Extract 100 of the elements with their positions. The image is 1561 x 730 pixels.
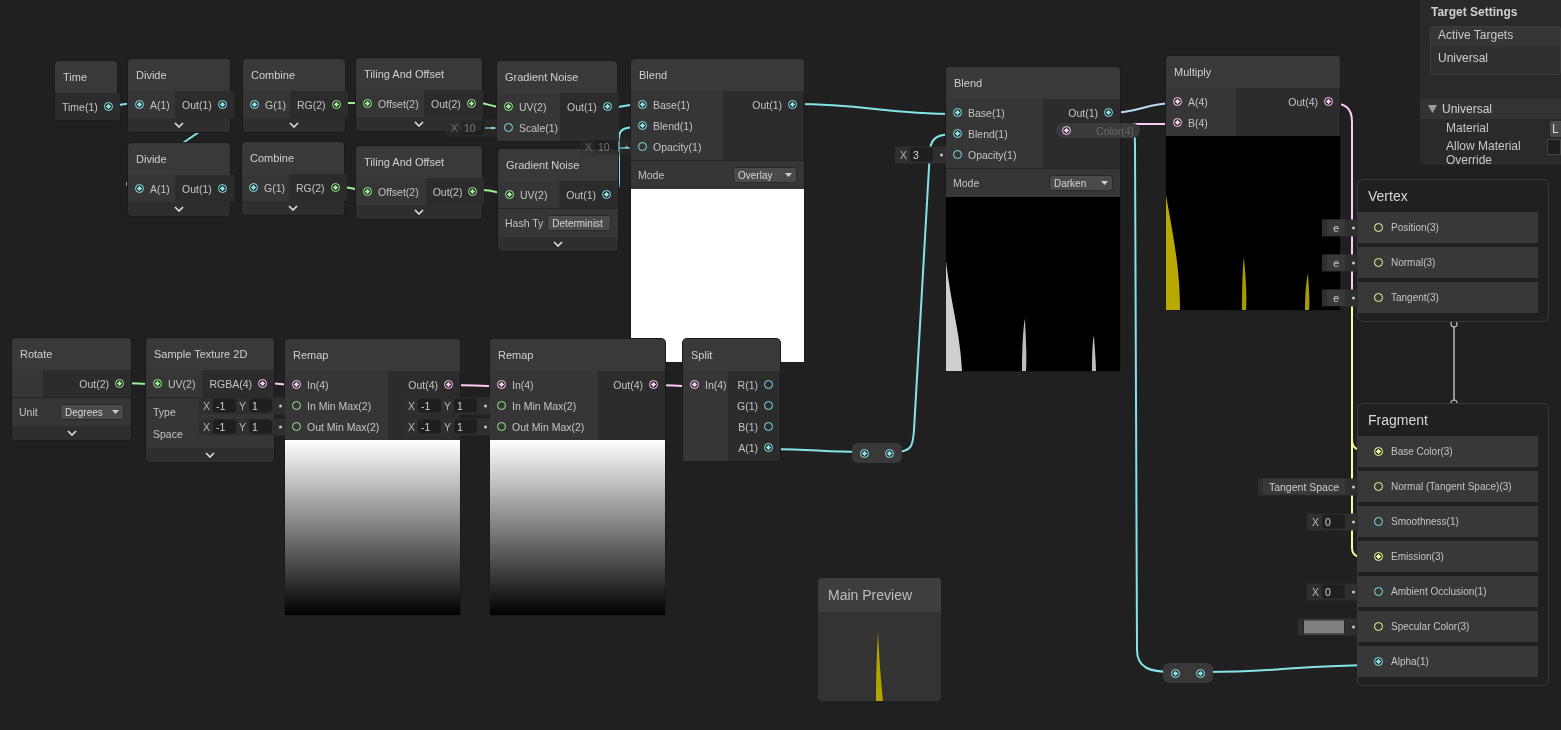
port-dot[interactable] — [1173, 97, 1182, 106]
port-dot[interactable] — [217, 184, 227, 193]
slot-row[interactable]: Emission(3) — [1358, 541, 1538, 572]
port-dot[interactable] — [331, 100, 341, 109]
node-title[interactable]: Sample Texture 2D — [146, 338, 274, 370]
node-title[interactable]: Remap — [490, 339, 665, 371]
slot-row[interactable]: Ambient Occlusion(1) — [1358, 576, 1538, 607]
port-dot[interactable] — [885, 448, 894, 458]
port-dot[interactable] — [953, 108, 962, 117]
slot-row[interactable]: Normal(3) — [1358, 247, 1538, 278]
axis-label: Y — [239, 420, 246, 433]
number-field[interactable]: 1 — [454, 419, 477, 434]
port-dot[interactable] — [764, 443, 773, 452]
section-header[interactable]: Universal — [1420, 99, 1561, 119]
node-title[interactable]: Remap — [285, 339, 460, 371]
slot-row[interactable]: Normal (Tangent Space)(3) — [1358, 471, 1538, 502]
port-dot[interactable] — [1374, 657, 1383, 666]
dropdown[interactable]: Degrees — [60, 404, 124, 420]
port-dot[interactable] — [135, 184, 144, 193]
number-field[interactable]: 0 — [1322, 514, 1345, 529]
node-title[interactable]: Blend — [946, 67, 1120, 99]
node-title[interactable]: Tiling And Offset — [356, 146, 482, 178]
color-swatch[interactable] — [1303, 619, 1345, 634]
number-field[interactable]: 1 — [454, 398, 477, 413]
node-title[interactable]: Divide — [128, 143, 230, 175]
node-title[interactable]: Rotate — [12, 338, 131, 370]
number-field[interactable]: -1 — [418, 398, 441, 413]
node-title[interactable]: Multiply — [1166, 56, 1340, 88]
space-label[interactable]: e — [1327, 254, 1345, 271]
number-field[interactable]: 1 — [249, 419, 272, 434]
checkbox[interactable] — [1547, 139, 1561, 155]
slot-row[interactable]: Smoothness(1) — [1358, 506, 1538, 537]
slot-row[interactable]: Base Color(3) — [1358, 436, 1538, 467]
port-dot[interactable] — [1324, 97, 1333, 106]
space-label[interactable]: e — [1327, 219, 1345, 236]
port-label: Tangent(3) — [1391, 292, 1439, 303]
node-title[interactable]: Time — [55, 61, 117, 93]
slot-row[interactable]: Tangent(3) — [1358, 282, 1538, 313]
port-dot[interactable] — [103, 102, 113, 111]
port-dot[interactable] — [638, 121, 647, 130]
port-dot[interactable] — [788, 100, 797, 109]
space-label[interactable]: Tangent Space — [1262, 478, 1345, 495]
node-title[interactable]: Gradient Noise — [497, 61, 617, 93]
slot-row[interactable]: Alpha(1) — [1358, 646, 1538, 677]
port-dot[interactable] — [115, 379, 124, 388]
port-label: Base(1) — [653, 98, 690, 111]
dropdown[interactable]: L — [1550, 121, 1561, 137]
port-dot[interactable] — [690, 380, 699, 389]
reroute-node[interactable] — [852, 443, 902, 463]
number-field[interactable]: 1 — [249, 398, 272, 413]
dropdown[interactable]: Overlay — [733, 167, 797, 183]
port-dot[interactable] — [468, 187, 478, 196]
slot-row[interactable]: Position(3) — [1358, 212, 1538, 243]
port-dot[interactable] — [649, 380, 658, 389]
node-title[interactable]: Split — [683, 339, 780, 371]
port-dot[interactable] — [466, 99, 476, 108]
port-dot[interactable] — [292, 380, 301, 389]
port-dot[interactable] — [953, 129, 962, 138]
number-field[interactable]: -1 — [213, 398, 236, 413]
port-dot[interactable] — [497, 380, 506, 389]
port-dot[interactable] — [1173, 118, 1182, 127]
node-title[interactable]: Combine — [242, 142, 344, 174]
port-dot[interactable] — [860, 448, 869, 458]
space-label[interactable]: e — [1327, 289, 1345, 306]
port-dot[interactable] — [1196, 668, 1205, 678]
port-dot[interactable] — [153, 379, 162, 388]
port-dot[interactable] — [638, 100, 647, 109]
dropdown[interactable]: Determinist — [547, 215, 612, 231]
port-dot[interactable] — [363, 187, 372, 196]
port-dot[interactable] — [505, 190, 514, 199]
number-field[interactable]: -1 — [418, 419, 441, 434]
port-dot[interactable] — [258, 379, 267, 388]
port-label: Out(4) — [613, 378, 643, 391]
port-dot[interactable] — [444, 380, 453, 389]
number-field[interactable]: 10 — [461, 120, 484, 135]
port-dot[interactable] — [135, 100, 144, 109]
node-title[interactable]: Tiling And Offset — [356, 58, 482, 90]
reroute-node[interactable] — [1163, 663, 1213, 683]
node-title[interactable]: Combine — [243, 59, 345, 91]
port-dot[interactable] — [330, 183, 340, 192]
port-dot[interactable] — [217, 100, 227, 109]
number-field[interactable]: 3 — [910, 147, 933, 162]
port-dot[interactable] — [602, 102, 612, 111]
port-dot[interactable] — [602, 190, 611, 199]
port-label: R(1) — [737, 378, 758, 391]
number-field[interactable]: 0 — [1322, 584, 1345, 599]
port-dot[interactable] — [1104, 108, 1113, 117]
node-title[interactable]: Blend — [631, 59, 804, 91]
list-item[interactable]: Universal — [1431, 46, 1560, 70]
number-field[interactable]: -1 — [213, 419, 236, 434]
port-dot[interactable] — [249, 183, 258, 192]
port-dot[interactable] — [1171, 668, 1180, 678]
port-dot[interactable] — [363, 99, 372, 108]
port-dot[interactable] — [504, 102, 513, 111]
port-dot[interactable] — [1062, 126, 1071, 135]
port-label: G(1) — [264, 181, 285, 194]
dropdown[interactable]: Darken — [1049, 175, 1113, 191]
port-dot[interactable] — [250, 100, 259, 109]
node-title[interactable]: Divide — [128, 59, 230, 91]
slot-row[interactable]: Specular Color(3) — [1358, 611, 1538, 642]
